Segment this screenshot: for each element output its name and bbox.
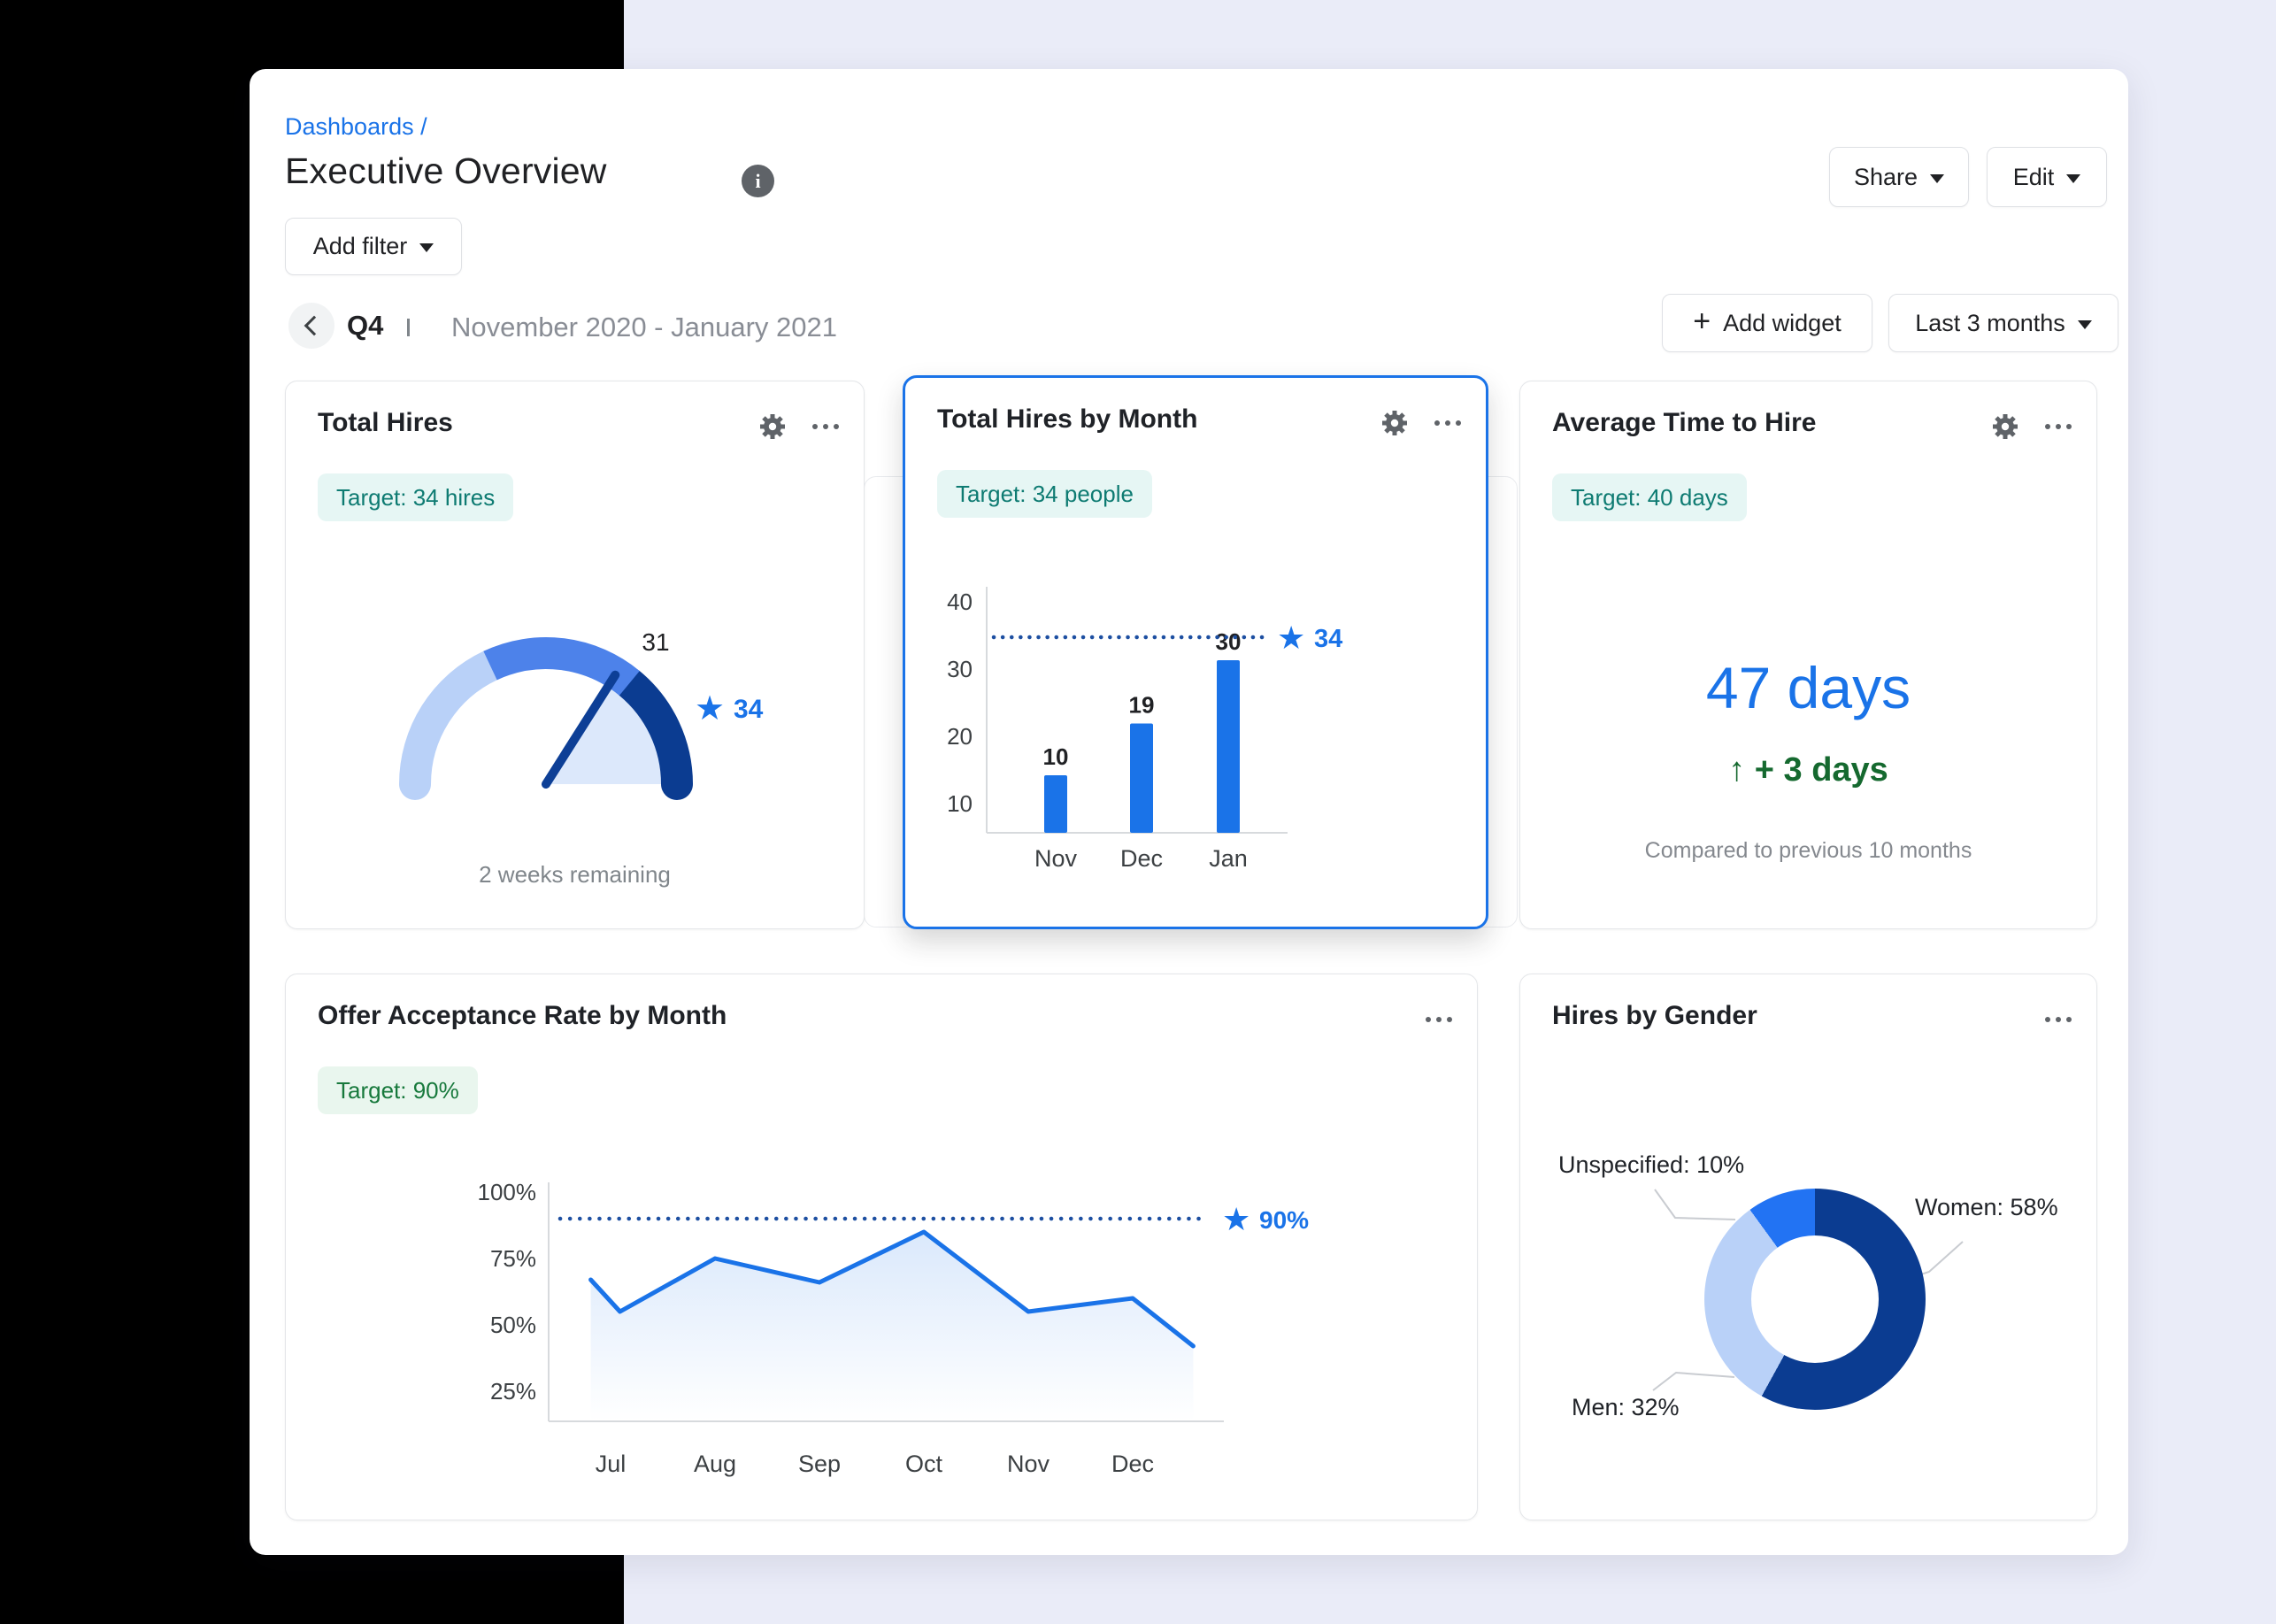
page-title: Executive Overview — [285, 150, 607, 191]
more-options-icon[interactable] — [2045, 424, 2072, 429]
donut-label-men: Men: 32% — [1572, 1394, 1680, 1420]
gear-icon[interactable] — [1380, 408, 1410, 438]
chevron-down-icon — [2066, 173, 2081, 183]
share-button[interactable]: Share — [1829, 147, 1969, 207]
svg-text:Jul: Jul — [596, 1451, 627, 1477]
svg-text:Nov: Nov — [1007, 1451, 1050, 1477]
target-badge: Target: 34 people — [937, 470, 1152, 518]
kpi-note: Compared to previous 10 months — [1644, 838, 1972, 863]
gear-icon[interactable] — [1990, 412, 2020, 442]
hires-by-gender-donut-chart — [1704, 1189, 1926, 1410]
edit-button[interactable]: Edit — [1987, 147, 2107, 207]
donut-label-unspecified: Unspecified: 10% — [1558, 1151, 1745, 1178]
breadcrumb[interactable]: Dashboards / — [285, 113, 427, 141]
previous-period-button[interactable] — [288, 303, 334, 349]
svg-text:★: ★ — [695, 690, 725, 727]
gear-icon[interactable] — [757, 412, 788, 442]
donut-hole — [1751, 1235, 1879, 1363]
kpi-value: 47 days — [1705, 655, 1911, 720]
svg-text:30: 30 — [947, 656, 973, 682]
widget-title: Average Time to Hire — [1552, 408, 1817, 437]
svg-text:50%: 50% — [490, 1312, 536, 1338]
dashboard-canvas: Dashboards / Executive Overview i Share … — [250, 69, 2128, 1555]
time-range-dropdown[interactable]: Last 3 months — [1888, 294, 2118, 352]
screenshot-stage: Dashboards / Executive Overview i Share … — [0, 0, 2276, 1624]
svg-text:31: 31 — [642, 628, 669, 656]
svg-text:Jan: Jan — [1209, 845, 1248, 872]
kpi-delta: ↑ + 3 days — [1520, 751, 2096, 789]
chevron-down-icon — [419, 243, 434, 252]
svg-text:20: 20 — [947, 723, 973, 750]
offer-acceptance-line-chart: 100% 75% 50% 25% ★ 90% Jul Aug Sep Oct Nov Dec — [478, 1179, 1310, 1477]
info-icon[interactable]: i — [742, 165, 774, 197]
target-badge: Target: 34 hires — [318, 473, 514, 521]
add-widget-label: Add widget — [1723, 309, 1842, 336]
kpi-delta-label: + 3 days — [1754, 751, 1888, 789]
period-date-range: November 2020 - January 2021 — [451, 312, 837, 343]
svg-text:Dec: Dec — [1111, 1451, 1154, 1477]
svg-text:★: ★ — [1222, 1201, 1250, 1237]
more-options-icon[interactable] — [1426, 1017, 1452, 1022]
add-filter-label: Add filter — [312, 233, 408, 259]
time-range-label: Last 3 months — [1915, 309, 2065, 336]
hires-by-month-bar-chart: 40 30 20 10 10 Nov 19 Dec 30 Jan ★ 34 — [947, 587, 1342, 872]
svg-text:Dec: Dec — [1120, 845, 1163, 872]
arrow-up-icon: ↑ — [1728, 751, 1746, 789]
widget-total-hires: Total Hires Target: 34 hires 31 ★ 34 2 wee… — [285, 381, 865, 929]
more-options-icon[interactable] — [812, 424, 839, 429]
chevron-left-icon — [304, 315, 324, 336]
svg-text:Oct: Oct — [905, 1451, 943, 1477]
svg-text:40: 40 — [947, 589, 973, 615]
svg-text:100%: 100% — [478, 1179, 537, 1205]
widget-title: Offer Acceptance Rate by Month — [318, 1001, 727, 1030]
widget-hires-by-gender: Hires by Gender Unspecified: 10% Women: … — [1519, 974, 2097, 1520]
svg-text:10: 10 — [947, 790, 973, 817]
svg-text:10: 10 — [1043, 743, 1069, 770]
svg-text:90%: 90% — [1259, 1206, 1309, 1234]
add-widget-button[interactable]: + Add widget — [1662, 294, 1872, 352]
more-options-icon[interactable] — [1434, 420, 1461, 426]
svg-text:30: 30 — [1216, 628, 1242, 655]
widget-total-hires-by-month[interactable]: Total Hires by Month Target: 34 people 4… — [903, 375, 1488, 929]
chevron-down-icon — [2077, 319, 2092, 329]
svg-text:34: 34 — [734, 695, 764, 724]
widget-title: Total Hires — [318, 408, 453, 437]
svg-text:Aug: Aug — [694, 1451, 736, 1477]
plus-icon: + — [1693, 304, 1711, 338]
widget-offer-acceptance-rate: Offer Acceptance Rate by Month Target: 9… — [285, 974, 1478, 1520]
svg-text:★: ★ — [1277, 620, 1305, 656]
donut-label-women: Women: 58% — [1915, 1194, 2058, 1220]
add-filter-button[interactable]: Add filter — [285, 218, 462, 275]
svg-text:19: 19 — [1129, 692, 1155, 719]
period-quarter-label: Q4 — [347, 310, 384, 341]
edit-button-label: Edit — [2012, 163, 2055, 190]
share-button-label: Share — [1853, 163, 1918, 190]
gauge-footnote: 2 weeks remaining — [479, 861, 671, 888]
svg-text:75%: 75% — [490, 1245, 536, 1272]
svg-text:34: 34 — [1314, 625, 1342, 653]
chevron-right-icon — [407, 319, 410, 336]
chevron-down-icon — [1930, 173, 1945, 183]
target-badge: Target: 90% — [318, 1066, 478, 1114]
svg-text:25%: 25% — [490, 1378, 536, 1405]
svg-text:Sep: Sep — [798, 1451, 841, 1477]
target-badge: Target: 40 days — [1552, 473, 1747, 521]
widget-title: Total Hires by Month — [937, 404, 1198, 434]
widget-average-time-to-hire: Average Time to Hire Target: 40 days 47 … — [1519, 381, 2097, 929]
next-period-button[interactable] — [407, 319, 414, 336]
svg-text:Nov: Nov — [1034, 845, 1078, 872]
